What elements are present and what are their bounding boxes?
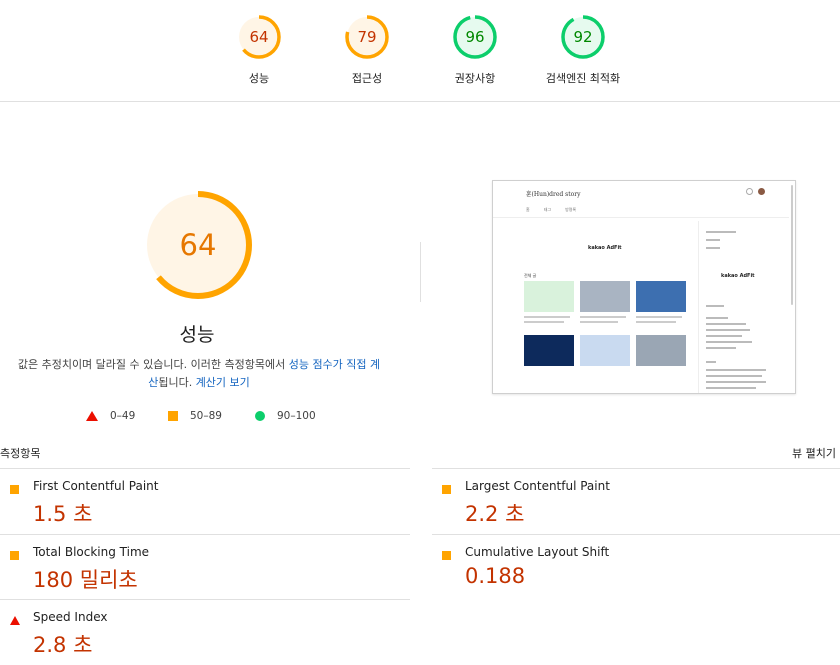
square-average-icon [442,551,451,560]
gauge-score: 79 [357,28,377,46]
post-thumbnail [524,335,574,366]
square-average-icon [168,411,178,421]
page-screenshot-thumbnail[interactable]: 훈(Hun)dred story 홈 태그 방명록 kakao AdFit 전체… [492,180,796,394]
metric-value: 2.2 초 [465,502,525,526]
metric-name: Cumulative Layout Shift [465,545,610,559]
gauge-best-practices[interactable]: 96 권장사항 [425,14,525,86]
site-title: 훈(Hun)dred story [526,191,581,198]
metric-value: 0.188 [465,564,526,588]
text-line [706,231,736,233]
description-text: 값은 추정치이며 달라질 수 있습니다. 이러한 측정항목에서 [17,358,289,371]
metric-name: Total Blocking Time [33,545,150,559]
text-line [706,329,750,331]
metric-tbt[interactable]: Total Blocking Time 180 밀리초 [0,534,410,600]
text-line [706,317,728,319]
text-line [706,247,720,249]
text-line [524,321,564,323]
legend-range: 90–100 [277,410,316,422]
expand-view-button[interactable]: 뷰 펼치기 [792,445,836,461]
avatar [758,188,765,195]
legend-range: 50–89 [190,410,222,422]
text-line [706,341,752,343]
category-scores-bar: 64 성능 79 접근성 96 권장사항 92 검색엔진 최적화 [0,0,840,102]
site-nav: 홈 태그 방명록 [526,207,576,213]
text-line [706,347,736,349]
text-line [706,375,762,377]
triangle-fail-icon [10,616,20,625]
metric-lcp[interactable]: Largest Contentful Paint 2.2 초 [432,468,840,534]
gauge-label: 권장사항 [454,72,496,85]
site-header-icons [746,188,765,195]
metric-speed-index[interactable]: Speed Index 2.8 초 [0,599,410,665]
square-average-icon [10,551,19,560]
metric-value: 1.5 초 [33,502,93,526]
text-line [706,369,766,371]
gauge-label: 검색엔진 최적화 [545,72,621,85]
nav-item: 홈 [526,207,530,212]
gauge-seo[interactable]: 92 검색엔진 최적화 [533,14,633,86]
legend-pass: 90–100 [255,410,316,422]
ad-banner: kakao AdFit [588,245,622,251]
gauge-label: 성능 [248,72,270,85]
thumbnail-scrollbar [791,185,793,305]
performance-gauge-large: 64 [143,190,253,300]
gauge-performance[interactable]: 64 성능 [209,14,309,86]
post-thumbnail [524,281,574,312]
search-icon [746,188,753,195]
text-line [706,381,766,383]
gauge-score: 96 [465,28,485,46]
legend-fail: 0–49 [86,410,135,422]
post-thumbnail [636,281,686,312]
text-line [524,316,570,318]
triangle-fail-icon [86,411,98,421]
text-line [706,239,720,241]
post-thumbnail [580,335,630,366]
text-line [706,335,742,337]
divider [493,217,789,218]
post-thumbnail [636,335,686,366]
text-line [706,305,724,307]
divider [420,242,421,302]
text-line [706,387,756,389]
text-line [580,321,618,323]
metric-name: First Contentful Paint [33,479,159,493]
metrics-title: 측정항목 [0,447,41,460]
metric-fcp[interactable]: First Contentful Paint 1.5 초 [0,468,410,534]
metric-name: Speed Index [33,610,108,624]
square-average-icon [10,485,19,494]
metric-cls[interactable]: Cumulative Layout Shift 0.188 [432,534,840,600]
gauge-score: 64 [249,28,269,46]
gauge-accessibility[interactable]: 79 접근성 [317,14,417,86]
legend-range: 0–49 [110,410,136,422]
sidebar-ad: kakao AdFit [721,273,755,279]
text-line [706,323,746,325]
text-line [580,316,626,318]
text-line [636,321,676,323]
metric-value: 180 밀리초 [33,568,138,592]
metric-name: Largest Contentful Paint [465,479,610,493]
metric-value: 2.8 초 [33,633,93,657]
performance-score: 64 [179,228,217,262]
post-thumbnail [580,281,630,312]
description-text: 됩니다. [158,376,196,389]
performance-description: 값은 추정치이며 달라질 수 있습니다. 이러한 측정항목에서 성능 점수가 직… [14,356,384,392]
square-average-icon [442,485,451,494]
site-sidebar: kakao AdFit [698,221,784,393]
performance-title: 성능 [179,324,215,346]
circle-pass-icon [255,411,265,421]
text-line [636,316,682,318]
text-line [706,361,716,363]
legend-average: 50–89 [168,410,222,422]
calculator-link[interactable]: 계산기 보기 [196,376,250,389]
gauge-label: 접근성 [351,72,383,85]
nav-item: 태그 [543,207,552,212]
section-label: 전체 글 [524,273,537,278]
gauge-score: 92 [573,28,593,46]
nav-item: 방명록 [565,207,577,212]
